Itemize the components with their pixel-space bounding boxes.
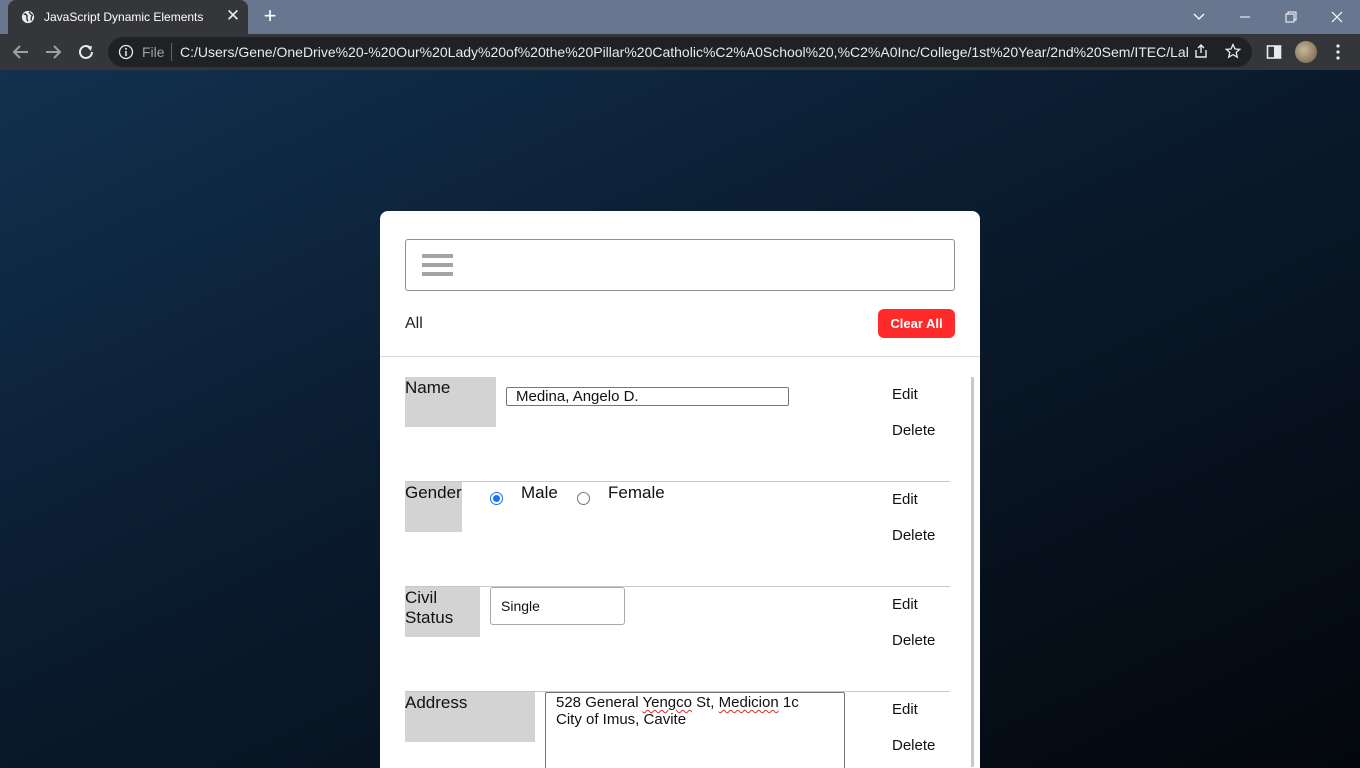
close-window-icon[interactable] [1314, 0, 1360, 34]
gender-row: Gender Male Female Edit Delete [405, 482, 950, 587]
profile-avatar[interactable] [1295, 41, 1317, 63]
restore-icon[interactable] [1268, 0, 1314, 34]
filter-all-label[interactable]: All [405, 315, 423, 333]
civil-status-label-line2: Status [405, 608, 454, 627]
address-textarea[interactable]: 528 General Yengco St, Medicion 1c City o… [545, 692, 845, 768]
delete-button[interactable]: Delete [892, 632, 935, 649]
civil-status-label-line1: Civil [405, 588, 438, 607]
address-word-medicion: Medicion [718, 694, 779, 711]
side-panel-icon[interactable] [1264, 42, 1284, 62]
address-line1-suffix: 1c [778, 694, 799, 711]
share-icon[interactable] [1192, 43, 1210, 61]
gender-label-text: Gender [405, 483, 462, 502]
address-line2: City of Imus, Cavite [556, 711, 687, 728]
browser-tab-strip: JavaScript Dynamic Elements ✕ + [0, 0, 1360, 34]
gender-label: Gender [405, 482, 462, 532]
forward-arrow-icon[interactable] [41, 40, 65, 64]
form-card: All Clear All Name Medina, Angelo D. Edi… [380, 211, 980, 768]
address-separator [171, 43, 172, 61]
close-tab-icon[interactable]: ✕ [224, 6, 242, 26]
tab-search-icon[interactable] [1176, 0, 1222, 34]
female-radio-label[interactable]: Female [608, 483, 665, 503]
browser-tab[interactable]: JavaScript Dynamic Elements ✕ [8, 0, 248, 34]
tab-title: JavaScript Dynamic Elements [44, 10, 204, 24]
name-row: Name Medina, Angelo D. Edit Delete [405, 377, 950, 482]
back-arrow-icon[interactable] [9, 40, 33, 64]
address-line1-prefix: 528 General [556, 694, 643, 711]
globe-icon [21, 10, 35, 24]
edit-button[interactable]: Edit [892, 386, 918, 403]
name-input[interactable]: Medina, Angelo D. [506, 387, 789, 406]
address-label-text: Address [405, 693, 468, 712]
address-bar[interactable]: File C:/Users/Gene/OneDrive%20-%20Our%20… [108, 37, 1252, 67]
address-label: Address [405, 692, 535, 742]
male-radio-label[interactable]: Male [521, 483, 558, 503]
edit-button[interactable]: Edit [892, 491, 918, 508]
address-row: Address 528 General Yengco St, Medicion … [405, 692, 950, 768]
edit-button[interactable]: Edit [892, 596, 918, 613]
more-menu-icon[interactable] [1328, 42, 1348, 62]
reload-icon[interactable] [74, 40, 98, 64]
file-scheme-label: File [142, 44, 165, 60]
civil-status-field[interactable]: Single [490, 587, 625, 625]
civil-status-row: Civil Status Single Edit Delete [405, 587, 950, 692]
page-background: All Clear All Name Medina, Angelo D. Edi… [0, 70, 1360, 768]
name-label: Name [405, 377, 496, 427]
minimize-icon[interactable] [1222, 0, 1268, 34]
url-text[interactable]: C:/Users/Gene/OneDrive%20-%20Our%20Lady%… [180, 44, 1188, 60]
bookmark-star-icon[interactable] [1224, 42, 1242, 61]
element-input-bar[interactable] [405, 239, 955, 291]
hamburger-menu-icon[interactable] [422, 254, 453, 276]
header-divider [380, 356, 980, 357]
new-tab-button[interactable]: + [258, 5, 282, 29]
male-radio[interactable] [490, 492, 503, 505]
browser-toolbar: File C:/Users/Gene/OneDrive%20-%20Our%20… [0, 34, 1360, 70]
female-radio[interactable] [577, 492, 590, 505]
address-word-yengco: Yengco [642, 694, 692, 711]
edit-button[interactable]: Edit [892, 701, 918, 718]
clear-all-button[interactable]: Clear All [878, 309, 955, 338]
delete-button[interactable]: Delete [892, 422, 935, 439]
address-line1-mid: St, [691, 694, 719, 711]
delete-button[interactable]: Delete [892, 527, 935, 544]
name-label-text: Name [405, 378, 451, 397]
civil-status-label: Civil Status [405, 587, 480, 637]
delete-button[interactable]: Delete [892, 737, 935, 754]
info-icon[interactable] [118, 44, 134, 60]
list-scrollbar[interactable] [971, 377, 974, 767]
